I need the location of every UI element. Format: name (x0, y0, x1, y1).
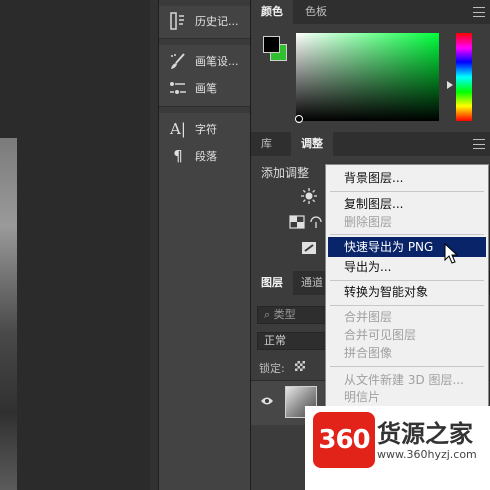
menu-item-merge-visible: 合并可见图层 (344, 328, 417, 342)
watermark-name: 货源之家 (377, 419, 473, 448)
menu-item-convert-to-smart-object[interactable]: 转换为智能对象 (328, 282, 486, 302)
watermark: 360 货源之家 www.360hyzj.com (305, 406, 490, 490)
menu-item-postcard: 明信片 (344, 390, 381, 404)
hue-slider[interactable] (456, 33, 472, 121)
character-icon: A| (170, 120, 186, 138)
history-icon (167, 11, 189, 31)
mouse-cursor-icon (444, 242, 459, 268)
panel-menu-icon[interactable] (473, 7, 485, 17)
adjustments-panel-tabbar: 库 调整 (251, 132, 490, 156)
document-canvas[interactable] (0, 0, 158, 490)
color-picker-cursor[interactable] (295, 115, 303, 123)
history-label: 历史记... (195, 15, 239, 28)
brush-settings-panel-button[interactable]: 画笔设... (167, 48, 251, 74)
menu-item-delete-layer: 删除图层 (344, 215, 393, 229)
photo-filter-icon[interactable] (301, 240, 317, 256)
watermark-logo: 360 (313, 412, 375, 468)
menu-item-flatten-image: 拼合图像 (344, 346, 393, 360)
layer-kind-filter-value: 类型 (273, 308, 296, 321)
hue-slider-handle[interactable] (447, 81, 453, 89)
tab-adjustments[interactable]: 调整 (291, 132, 333, 156)
history-panel-button[interactable]: 历史记... (167, 8, 251, 34)
eye-icon[interactable] (260, 395, 274, 410)
panel-grip[interactable] (159, 0, 251, 6)
color-panel-tabbar: 颜色 色板 (251, 0, 490, 24)
character-label: 字符 (195, 123, 217, 136)
add-adjustment-label: 添加调整 (261, 166, 310, 180)
canvas-image (0, 138, 17, 490)
menu-divider (330, 305, 484, 306)
character-panel-button[interactable]: A| 字符 (167, 116, 251, 142)
color-balance-icon[interactable] (309, 214, 325, 230)
menu-item-quick-export-png[interactable]: 快速导出为 PNG (328, 237, 486, 257)
blend-mode-select[interactable]: 正常 (257, 332, 329, 350)
tab-layers[interactable]: 图层 (251, 271, 293, 295)
brushes-panel-button[interactable]: 画笔 (167, 75, 251, 101)
brushes-icon (167, 78, 189, 98)
tab-color[interactable]: 颜色 (251, 0, 293, 24)
color-field[interactable] (296, 33, 439, 121)
panel-grip[interactable] (159, 107, 251, 113)
collapsed-panels-column: 历史记... 画笔设... 画笔 A| 字符 ¶ 段落 (158, 0, 251, 490)
menu-divider (330, 191, 484, 192)
canvas-scroll-edge (150, 0, 158, 490)
black-white-icon[interactable] (289, 214, 305, 230)
layer-kind-filter[interactable]: ⌕ 类型 (257, 306, 329, 324)
brushes-label: 画笔 (195, 82, 217, 95)
menu-divider (330, 234, 484, 235)
panel-grip[interactable] (159, 39, 251, 45)
foreground-color-swatch[interactable] (263, 36, 280, 53)
menu-divider (330, 366, 484, 367)
paragraph-label: 段落 (195, 150, 217, 163)
menu-item-duplicate-layer[interactable]: 复制图层... (328, 194, 486, 214)
brush-settings-icon (167, 51, 189, 71)
search-icon: ⌕ (264, 308, 274, 321)
lock-transparent-icon[interactable] (295, 361, 305, 371)
menu-item-merge-layers: 合并图层 (344, 310, 393, 324)
menu-item-background-layer[interactable]: 背景图层... (328, 168, 486, 188)
paragraph-icon: ¶ (173, 147, 183, 165)
brush-settings-label: 画笔设... (195, 55, 239, 68)
panel-menu-icon[interactable] (473, 139, 485, 149)
lock-label: 锁定: (259, 362, 285, 375)
paragraph-panel-button[interactable]: ¶ 段落 (167, 143, 251, 169)
menu-divider (330, 280, 484, 281)
watermark-url: www.360hyzj.com (377, 448, 477, 461)
tab-libraries[interactable]: 库 (251, 132, 282, 156)
menu-item-export-as[interactable]: 导出为... (328, 257, 486, 277)
tab-swatches[interactable]: 色板 (295, 0, 337, 24)
brightness-icon[interactable] (301, 188, 317, 204)
